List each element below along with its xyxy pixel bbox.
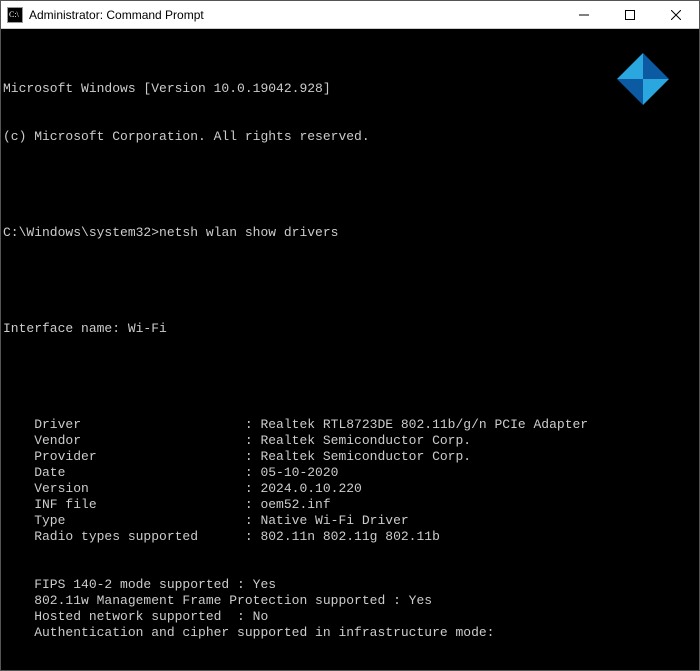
driver-field-row: Vendor : Realtek Semiconductor Corp. <box>3 433 697 449</box>
terminal-area[interactable]: Microsoft Windows [Version 10.0.19042.92… <box>1 29 699 670</box>
extra-line: 802.11w Management Frame Protection supp… <box>3 593 697 609</box>
driver-field-row: Driver : Realtek RTL8723DE 802.11b/g/n P… <box>3 417 697 433</box>
header-line-2: (c) Microsoft Corporation. All rights re… <box>3 129 697 145</box>
extra-lines: FIPS 140-2 mode supported : Yes 802.11w … <box>3 577 697 641</box>
window-title: Administrator: Command Prompt <box>29 8 204 22</box>
extra-line: Hosted network supported : No <box>3 609 697 625</box>
interface-line: Interface name: Wi-Fi <box>3 321 697 337</box>
extra-line: FIPS 140-2 mode supported : Yes <box>3 577 697 593</box>
extra-line: Authentication and cipher supported in i… <box>3 625 697 641</box>
driver-fields: Driver : Realtek RTL8723DE 802.11b/g/n P… <box>3 417 697 545</box>
driver-field-row: Provider : Realtek Semiconductor Corp. <box>3 449 697 465</box>
watermark-logo <box>617 53 669 105</box>
driver-field-row: Version : 2024.0.10.220 <box>3 481 697 497</box>
driver-field-row: Date : 05-10-2020 <box>3 465 697 481</box>
driver-field-row: INF file : oem52.inf <box>3 497 697 513</box>
cmd-icon: C:\ <box>7 7 23 23</box>
titlebar[interactable]: C:\ Administrator: Command Prompt <box>1 1 699 29</box>
close-button[interactable] <box>653 1 699 29</box>
svg-text:C:\: C:\ <box>9 10 20 19</box>
driver-field-row: Type : Native Wi-Fi Driver <box>3 513 697 529</box>
maximize-button[interactable] <box>607 1 653 29</box>
prompt-line: C:\Windows\system32>netsh wlan show driv… <box>3 225 697 241</box>
header-line-1: Microsoft Windows [Version 10.0.19042.92… <box>3 81 697 97</box>
minimize-button[interactable] <box>561 1 607 29</box>
driver-field-row: Radio types supported : 802.11n 802.11g … <box>3 529 697 545</box>
